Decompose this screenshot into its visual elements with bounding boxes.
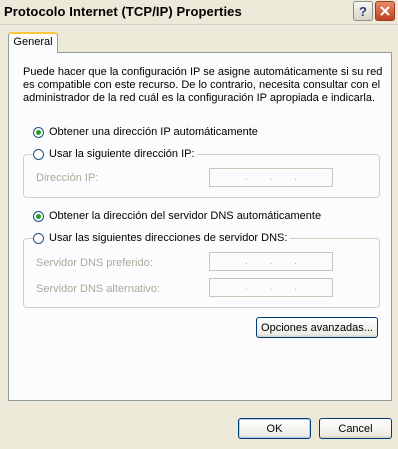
- radio-ip-manual-indicator: [33, 148, 44, 160]
- radio-ip-auto-indicator: [33, 126, 44, 138]
- tab-general[interactable]: General: [8, 32, 58, 53]
- radio-dns-auto-indicator: [33, 210, 44, 222]
- ip-dot: .: [269, 172, 273, 183]
- radio-ip-auto[interactable]: Obtener una dirección IP automáticamente: [33, 126, 258, 138]
- ip-address-label: Dirección IP:: [36, 172, 99, 184]
- ip-dot: .: [244, 256, 248, 267]
- window-title: Protocolo Internet (TCP/IP) Properties: [4, 4, 242, 19]
- radio-dns-manual-indicator: [33, 232, 44, 244]
- ok-button[interactable]: OK: [238, 418, 311, 439]
- dns-preferred-label: Servidor DNS preferido:: [36, 257, 153, 269]
- ip-dot: .: [244, 172, 248, 183]
- intro-text: Puede hacer que la configuración IP se a…: [23, 66, 383, 104]
- cancel-button[interactable]: Cancel: [319, 418, 392, 439]
- ip-dot: .: [244, 282, 248, 293]
- ip-dot: .: [269, 282, 273, 293]
- radio-ip-auto-label: Obtener una dirección IP automáticamente: [49, 126, 258, 138]
- dns-preferred-field[interactable]: ...: [209, 252, 333, 271]
- dns-alternate-label: Servidor DNS alternativo:: [36, 283, 161, 295]
- title-bar: Protocolo Internet (TCP/IP) Properties ?: [0, 0, 398, 25]
- ip-address-field[interactable]: ...: [209, 168, 333, 187]
- advanced-options-button[interactable]: Opciones avanzadas...: [256, 317, 378, 338]
- dns-alternate-field[interactable]: ...: [209, 278, 333, 297]
- close-icon: [380, 6, 390, 16]
- radio-ip-manual-label: Usar la siguiente dirección IP:: [49, 148, 195, 160]
- help-button[interactable]: ?: [353, 1, 373, 21]
- radio-ip-manual[interactable]: Usar la siguiente dirección IP:: [33, 148, 198, 160]
- ip-dot: .: [269, 256, 273, 267]
- general-tab-panel: Puede hacer que la configuración IP se a…: [8, 52, 392, 401]
- radio-dns-auto-label: Obtener la dirección del servidor DNS au…: [49, 210, 322, 222]
- ip-dot: .: [294, 172, 298, 183]
- radio-dns-manual-label: Usar las siguientes direcciones de servi…: [49, 232, 288, 244]
- ip-dot: .: [294, 282, 298, 293]
- radio-dns-manual[interactable]: Usar las siguientes direcciones de servi…: [33, 232, 291, 244]
- radio-dns-auto[interactable]: Obtener la dirección del servidor DNS au…: [33, 210, 321, 222]
- close-button[interactable]: [375, 1, 395, 21]
- ip-dot: .: [294, 256, 298, 267]
- dns-server-group: [23, 238, 380, 308]
